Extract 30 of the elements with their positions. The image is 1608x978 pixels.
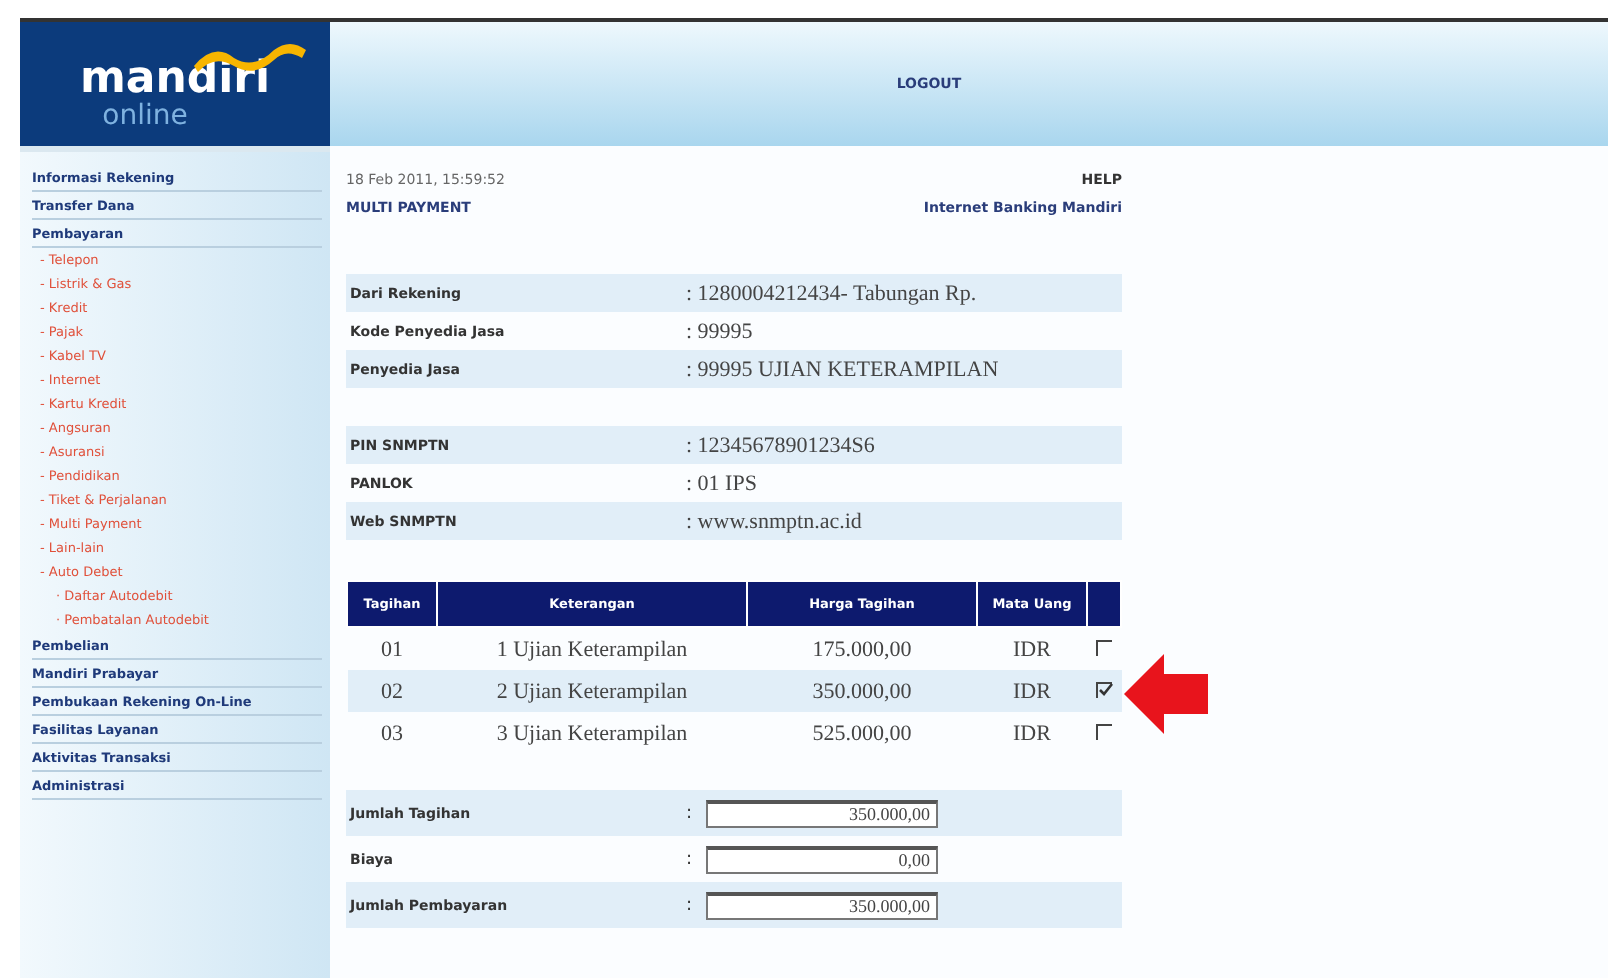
amount-field[interactable]: 350.000,00 [706, 799, 938, 827]
table-cell: 350.000,00 [747, 670, 977, 712]
field-value: : 01 IPS [686, 471, 759, 495]
table-cell: IDR [977, 627, 1087, 670]
checkbox[interactable] [1096, 639, 1112, 655]
field-value: : 1280004212434- Tabungan Rp. [686, 281, 979, 305]
logo-text: mandiri [79, 58, 271, 102]
field-value: : 12345678901234S6 [686, 433, 877, 457]
table-cell: 3 Ujian Keterampilan [437, 712, 747, 754]
colon: : [686, 803, 695, 823]
field-value: : 99995 UJIAN KETERAMPILAN [686, 357, 1001, 381]
amount-field[interactable]: 0,00 [706, 845, 938, 873]
colon: : [686, 895, 695, 915]
table-cell: 01 [347, 627, 437, 670]
checkbox[interactable] [1096, 723, 1112, 739]
field-value: : 99995 [686, 319, 755, 343]
table-cell: 2 Ujian Keterampilan [437, 670, 747, 712]
table-cell: IDR [977, 712, 1087, 754]
pointer-arrow [1124, 654, 1208, 734]
table-cell: 175.000,00 [747, 627, 977, 670]
field-value: : www.snmptn.ac.id [686, 509, 864, 533]
table-cell: IDR [977, 670, 1087, 712]
colon: : [686, 849, 695, 869]
logo-subtitle: online [102, 102, 188, 130]
amount-field[interactable]: 350.000,00 [706, 891, 938, 919]
checkbox[interactable] [1096, 681, 1112, 697]
table-cell: 03 [347, 712, 437, 754]
table-cell: 02 [347, 670, 437, 712]
table-cell: 525.000,00 [747, 712, 977, 754]
table-cell: 1 Ujian Keterampilan [437, 627, 747, 670]
